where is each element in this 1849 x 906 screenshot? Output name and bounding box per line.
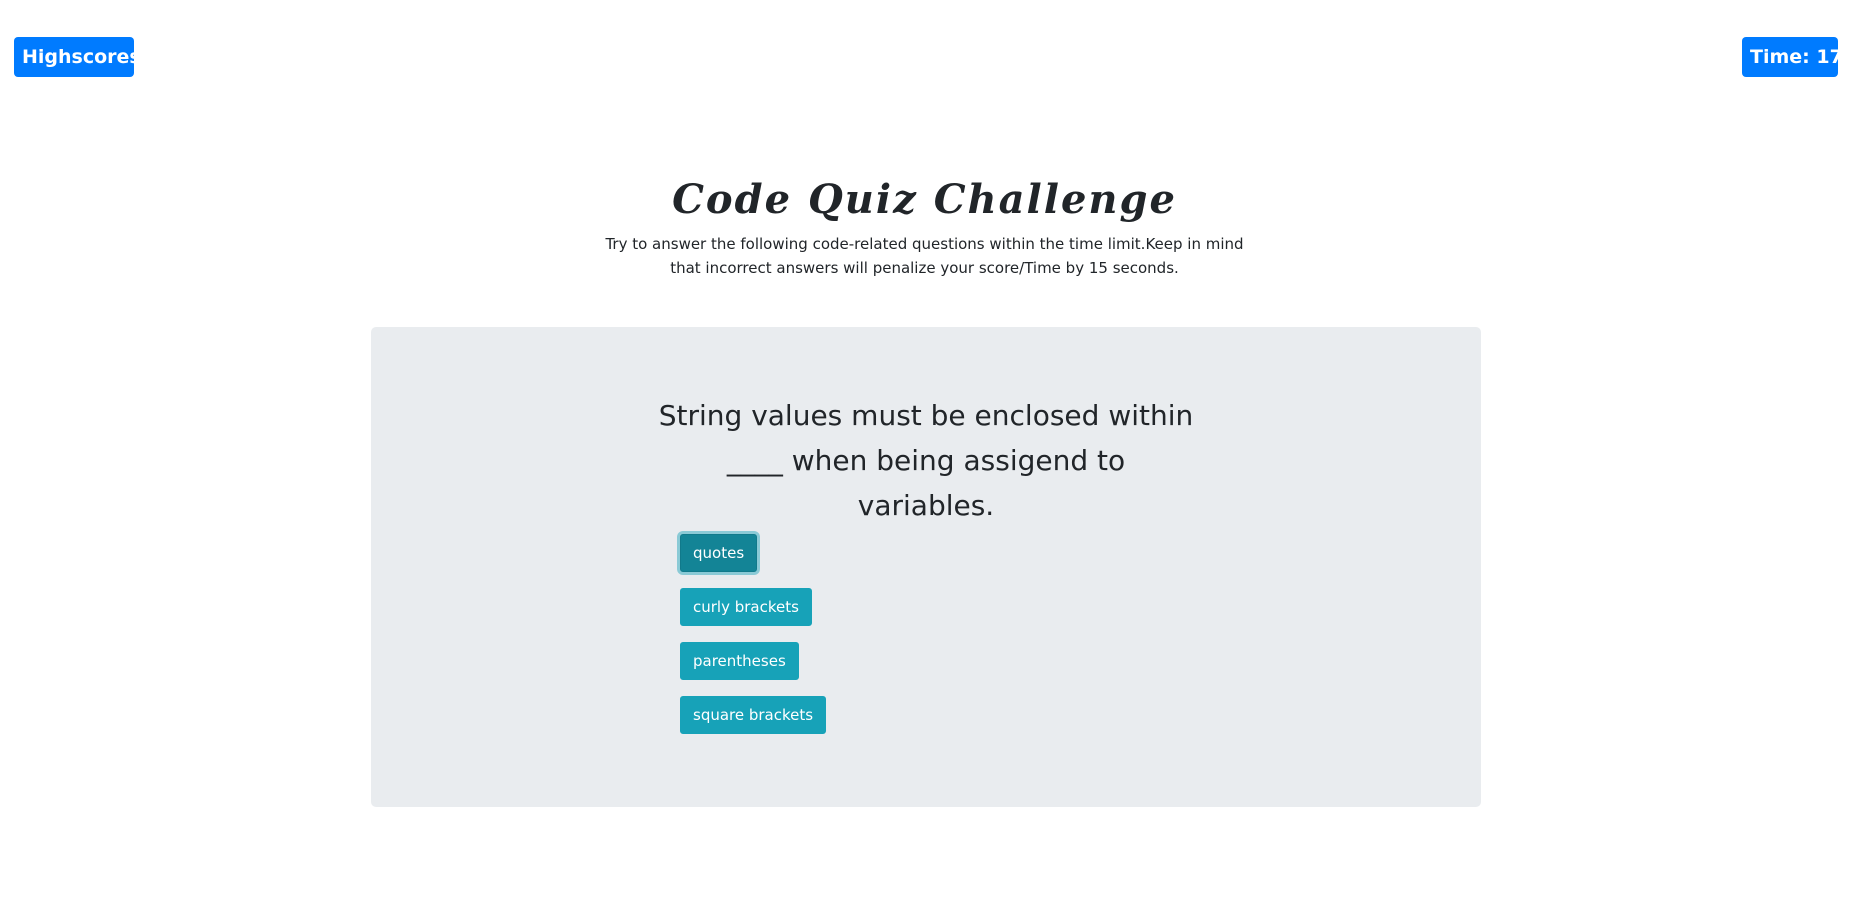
page-description: Try to answer the following code-related… [605, 235, 1244, 277]
answer-button-square-brackets[interactable]: square brackets [680, 696, 827, 734]
question-text: String values must be enclosed within __… [658, 399, 1194, 522]
highscores-button[interactable]: Highscores [14, 37, 141, 77]
answer-list: quotes curly brackets parentheses square… [680, 534, 827, 734]
timer-badge: Time: 17 [1742, 37, 1843, 77]
answer-button-quotes[interactable]: quotes [680, 534, 758, 572]
answer-button-curly-brackets[interactable]: curly brackets [680, 588, 812, 626]
page-title: Code Quiz Challenge [672, 176, 1177, 223]
answer-button-parentheses[interactable]: parentheses [680, 642, 799, 680]
quiz-card: String values must be enclosed within __… [371, 327, 1481, 807]
quiz-page: Highscores Time: 17 Code Quiz Challenge … [0, 0, 1849, 906]
